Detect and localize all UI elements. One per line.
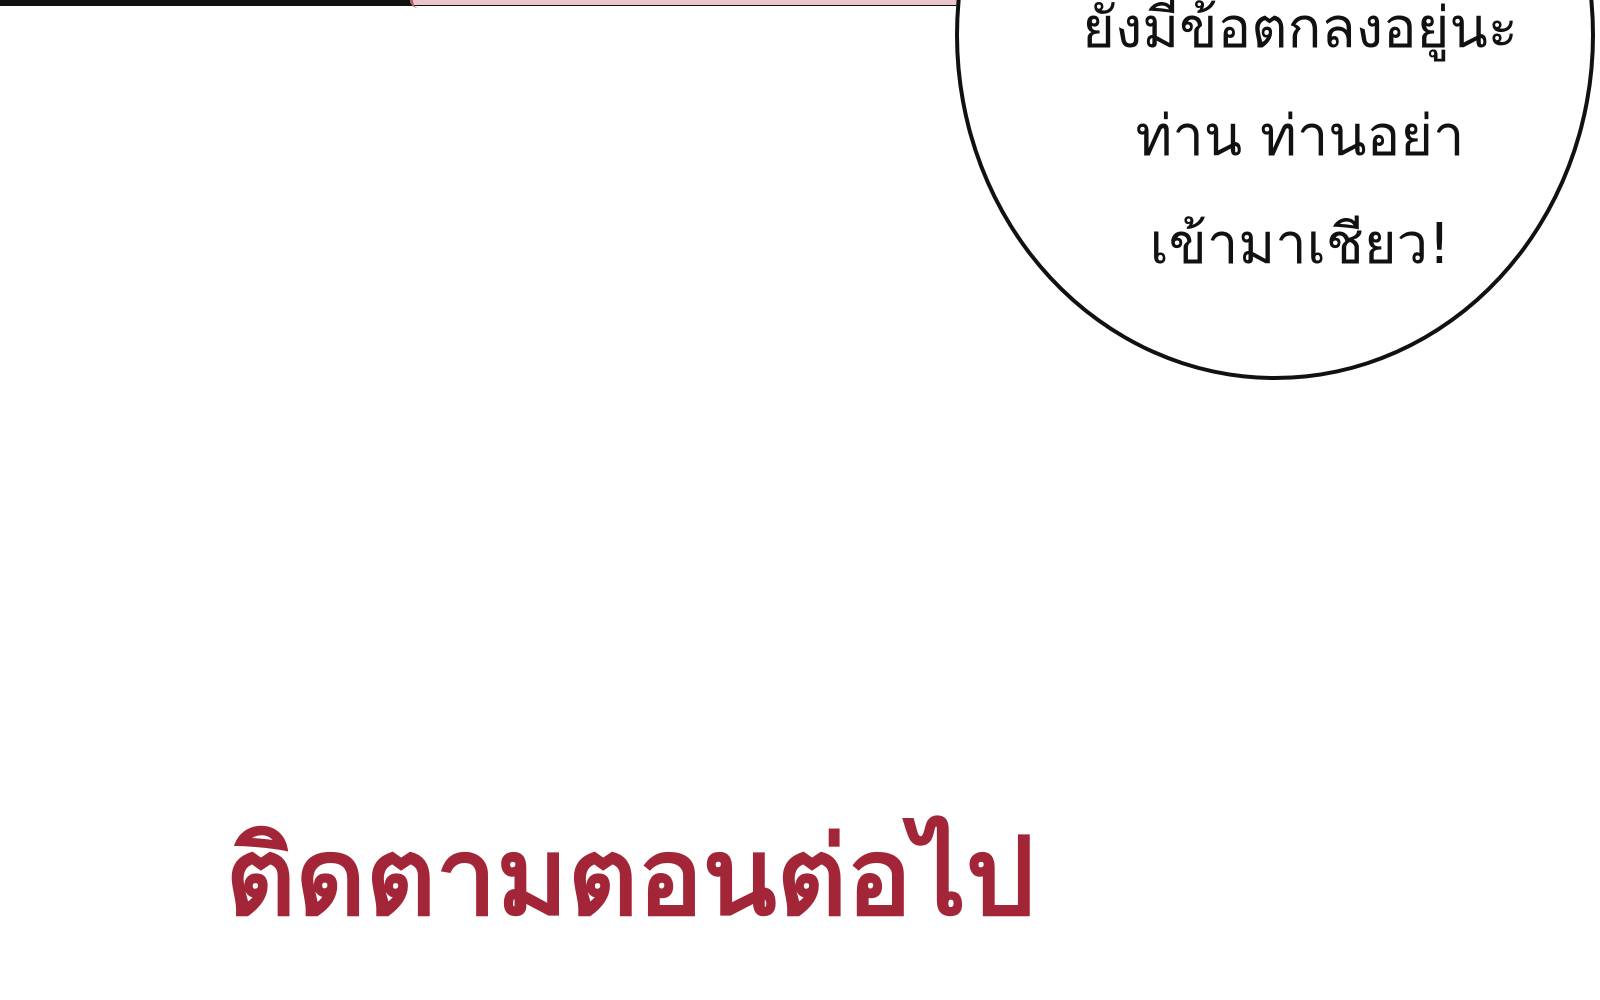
previous-panel-art	[410, 0, 970, 5]
speech-bubble-line-3: เข้ามาเชียว!	[1149, 212, 1451, 277]
to-be-continued-banner: ติดตามตอนต่อไป	[225, 815, 1035, 940]
previous-panel-art-stroke	[410, 0, 424, 8]
comic-page: ยังมีข้อตกลงอยู่นะ ท่าน ท่านอย่า เข้ามาเ…	[0, 0, 1600, 1000]
speech-bubble-line-2: ท่าน ท่านอย่า	[1135, 104, 1465, 169]
speech-bubble-text: ยังมีข้อตกลงอยู่นะ ท่าน ท่านอย่า เข้ามาเ…	[990, 0, 1600, 299]
speech-bubble-line-1: ยังมีข้อตกลงอยู่นะ	[1082, 0, 1518, 61]
